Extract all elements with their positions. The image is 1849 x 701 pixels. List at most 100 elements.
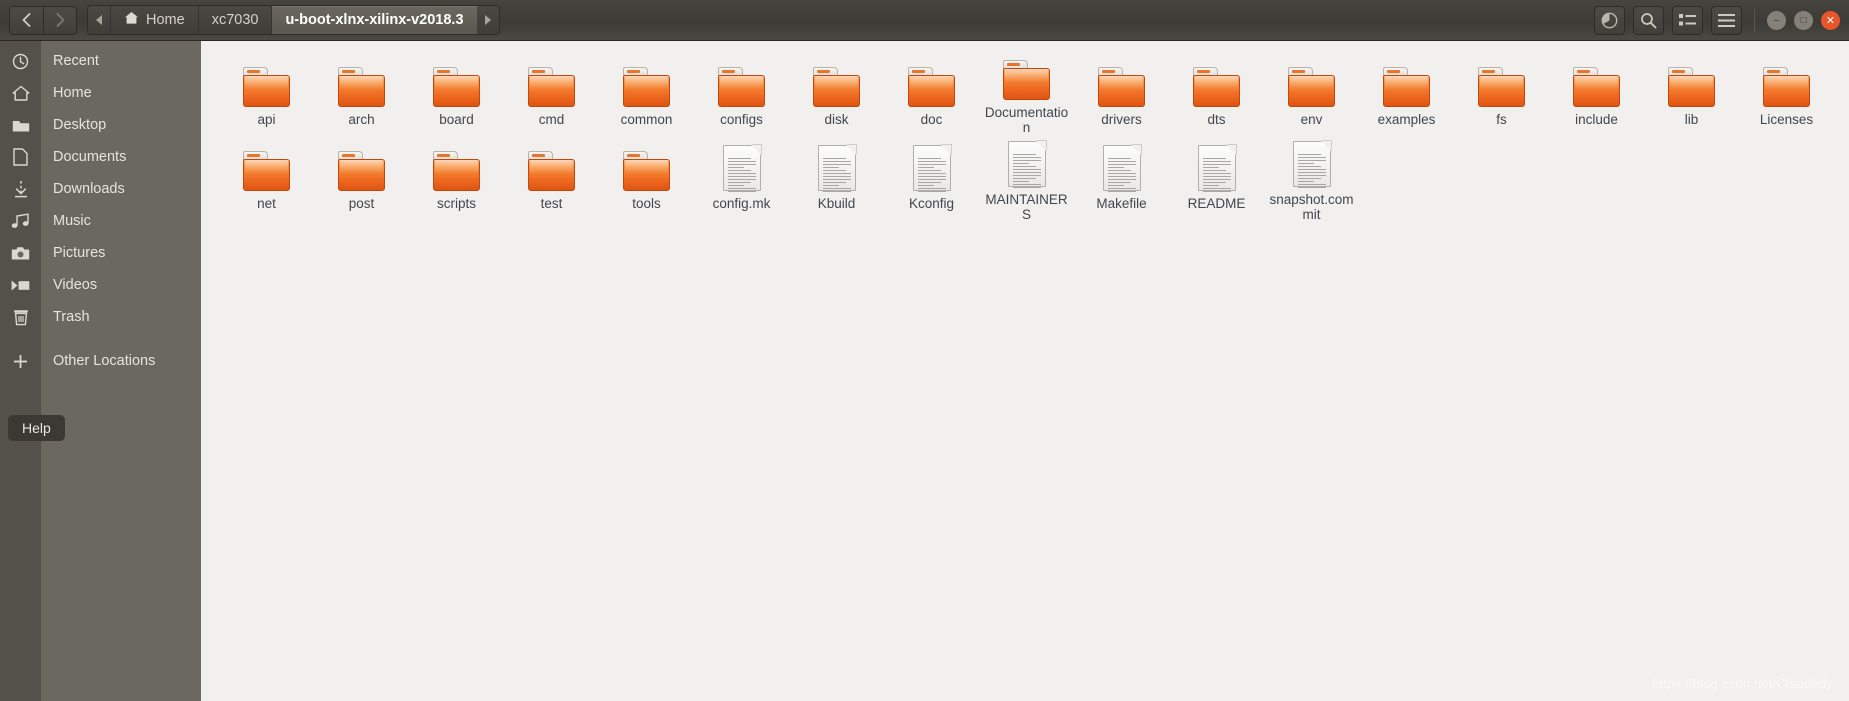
file-label: dts bbox=[1207, 112, 1226, 127]
breadcrumb: Home xc7030 u-boot-xlnx-xilinx-v2018.3 bbox=[87, 5, 500, 35]
chevron-right-icon bbox=[484, 15, 491, 25]
file-label: test bbox=[540, 196, 563, 211]
document-icon bbox=[912, 141, 952, 192]
folder-icon bbox=[0, 109, 41, 141]
folder-item[interactable]: drivers bbox=[1074, 51, 1169, 135]
breadcrumb-item-home[interactable]: Home bbox=[110, 6, 198, 34]
file-label: Licenses bbox=[1759, 112, 1814, 127]
sidebar-item-label: Pictures bbox=[53, 245, 106, 261]
file-item[interactable]: Kbuild bbox=[789, 135, 884, 219]
folder-item[interactable]: api bbox=[219, 51, 314, 135]
breadcrumb-scroll-right-button[interactable] bbox=[476, 6, 499, 34]
file-item[interactable]: snapshot.commit bbox=[1264, 135, 1359, 222]
folder-icon bbox=[1098, 57, 1145, 107]
folder-item[interactable]: Licenses bbox=[1739, 51, 1834, 135]
hamburger-icon bbox=[1718, 13, 1735, 27]
sidebar-item-videos[interactable]: Videos bbox=[0, 269, 201, 301]
sidebar-item-downloads[interactable]: Downloads bbox=[0, 173, 201, 205]
help-tooltip[interactable]: Help bbox=[8, 415, 65, 441]
sidebar-item-trash[interactable]: Trash bbox=[0, 301, 201, 333]
file-label: Makefile bbox=[1096, 196, 1147, 211]
folder-item[interactable]: common bbox=[599, 51, 694, 135]
maximize-button[interactable]: □ bbox=[1794, 10, 1813, 30]
breadcrumb-item-current[interactable]: u-boot-xlnx-xilinx-v2018.3 bbox=[271, 6, 477, 34]
sidebar-item-label: Documents bbox=[53, 149, 127, 165]
music-icon bbox=[0, 205, 41, 237]
file-label: api bbox=[257, 112, 276, 127]
file-item[interactable]: config.mk bbox=[694, 135, 789, 219]
file-item[interactable]: Kconfig bbox=[884, 135, 979, 219]
breadcrumb-scroll-left-button[interactable] bbox=[88, 6, 110, 34]
trash-icon bbox=[0, 301, 41, 333]
folder-icon bbox=[1763, 57, 1810, 107]
sidebar-item-recent[interactable]: Recent bbox=[0, 45, 201, 77]
file-browser-content: api arch board cmd common configs disk doc Docum… bbox=[201, 41, 1849, 701]
file-label: tools bbox=[632, 196, 661, 211]
folder-icon bbox=[1668, 57, 1715, 107]
file-label: examples bbox=[1377, 112, 1436, 127]
folder-icon bbox=[623, 57, 670, 107]
menu-button[interactable] bbox=[1711, 5, 1742, 35]
document-icon bbox=[722, 141, 762, 192]
folder-item[interactable]: doc bbox=[884, 51, 979, 135]
progress-pie-button[interactable] bbox=[1594, 5, 1625, 35]
folder-item[interactable]: test bbox=[504, 135, 599, 219]
close-button[interactable]: ✕ bbox=[1821, 10, 1840, 30]
folder-icon bbox=[1003, 57, 1050, 100]
folder-item[interactable]: board bbox=[409, 51, 504, 135]
file-label: Documentation bbox=[984, 105, 1069, 135]
folder-item[interactable]: dts bbox=[1169, 51, 1264, 135]
folder-icon bbox=[243, 57, 290, 107]
file-item[interactable]: MAINTAINERS bbox=[979, 135, 1074, 222]
file-label: include bbox=[1575, 112, 1618, 127]
plus-icon bbox=[0, 345, 41, 377]
folder-item[interactable]: env bbox=[1264, 51, 1359, 135]
sidebar-item-other-locations[interactable]: Other Locations bbox=[0, 345, 201, 377]
folder-item[interactable]: scripts bbox=[409, 135, 504, 219]
document-icon bbox=[817, 141, 857, 192]
folder-item[interactable]: tools bbox=[599, 135, 694, 219]
sidebar-item-documents[interactable]: Documents bbox=[0, 141, 201, 173]
folder-item[interactable]: Documentation bbox=[979, 51, 1074, 135]
folder-item[interactable]: arch bbox=[314, 51, 409, 135]
file-label: scripts bbox=[436, 196, 476, 211]
sidebar-item-home[interactable]: Home bbox=[0, 77, 201, 109]
folder-item[interactable]: examples bbox=[1359, 51, 1454, 135]
folder-item[interactable]: configs bbox=[694, 51, 789, 135]
file-label: Kconfig bbox=[908, 196, 955, 211]
sidebar-item-music[interactable]: Music bbox=[0, 205, 201, 237]
folder-item[interactable]: disk bbox=[789, 51, 884, 135]
view-list-button[interactable] bbox=[1672, 5, 1703, 35]
sidebar-item-label: Home bbox=[53, 85, 92, 101]
download-icon bbox=[0, 173, 41, 205]
document-icon bbox=[1102, 141, 1142, 192]
file-label: net bbox=[257, 196, 276, 211]
forward-button[interactable] bbox=[43, 6, 76, 34]
folder-icon bbox=[528, 141, 575, 191]
folder-item[interactable]: include bbox=[1549, 51, 1644, 135]
folder-item[interactable]: post bbox=[314, 135, 409, 219]
document-icon bbox=[0, 141, 41, 173]
folder-item[interactable]: net bbox=[219, 135, 314, 219]
sidebar-item-desktop[interactable]: Desktop bbox=[0, 109, 201, 141]
file-item[interactable]: Makefile bbox=[1074, 135, 1169, 219]
file-item[interactable]: README bbox=[1169, 135, 1264, 219]
folder-item[interactable]: cmd bbox=[504, 51, 599, 135]
breadcrumb-item-xc7030[interactable]: xc7030 bbox=[197, 6, 272, 34]
minimize-button[interactable]: – bbox=[1767, 10, 1786, 30]
sidebar-item-label: Downloads bbox=[53, 181, 125, 197]
folder-item[interactable]: fs bbox=[1454, 51, 1549, 135]
folder-icon bbox=[338, 57, 385, 107]
sidebar-item-pictures[interactable]: Pictures bbox=[0, 237, 201, 269]
file-label: board bbox=[439, 112, 474, 127]
back-button[interactable] bbox=[10, 6, 43, 34]
file-label: Kbuild bbox=[817, 196, 856, 211]
sidebar-item-label: Recent bbox=[53, 53, 99, 69]
folder-icon bbox=[1193, 57, 1240, 107]
sidebar-item-label: Other Locations bbox=[53, 353, 156, 369]
folder-item[interactable]: lib bbox=[1644, 51, 1739, 135]
search-button[interactable] bbox=[1633, 5, 1664, 35]
sidebar: Recent Home Desktop Documents Downloads bbox=[0, 41, 201, 701]
folder-icon bbox=[433, 141, 480, 191]
